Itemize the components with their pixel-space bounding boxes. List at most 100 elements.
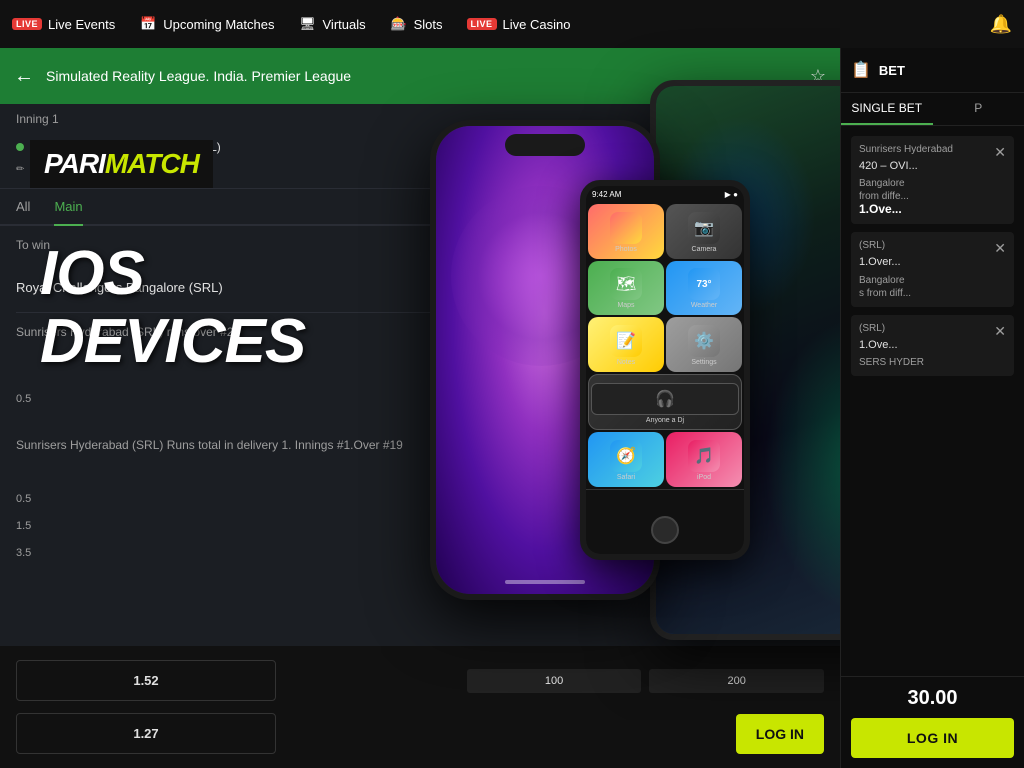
right-panel-login-button[interactable]: LOG IN [851, 718, 1014, 758]
right-panel-header: 📋 BET [841, 48, 1024, 93]
monitor-icon: 🖥 [299, 17, 317, 31]
betslip-tab-single[interactable]: SINGLE BET [841, 93, 933, 125]
upcoming-matches-label: Upcoming Matches [163, 17, 274, 32]
sub-val-3_5: 3.5 [16, 547, 774, 559]
betslip-item-3: (SRL) 1.Ove... SERS HYDER ✕ [851, 315, 1014, 376]
betslip-odds-row-1: 1.Ove... [859, 202, 1006, 216]
betslip-item3-desc: 1.Ove... [859, 338, 994, 353]
top-navigation: LIVE Live Events 📅 Upcoming Matches 🖥 Vi… [0, 0, 1024, 48]
amount-btn-200[interactable]: 200 [649, 669, 824, 693]
betslip-close-3-icon[interactable]: ✕ [994, 323, 1006, 340]
notification-bell-icon[interactable]: 🔔 [990, 14, 1012, 35]
sub-val-1_5: 1.5 [16, 520, 774, 532]
sub-odds-1_5: 2.42 [774, 518, 824, 533]
betslip-item2-desc: 1.Over... [859, 255, 994, 270]
bet-odds-rcb: 2.70 [630, 280, 680, 295]
bet-btn-152[interactable]: 1.52 [16, 660, 276, 701]
betslip-close-1-icon[interactable]: ✕ [994, 144, 1006, 161]
nav-virtuals[interactable]: 🖥 Virtuals [299, 17, 366, 32]
bet-team-rcb: Royal Challengers Bangalore (SRL) [16, 280, 630, 295]
betslip-item-1: Sunrisers Hyderabad 420 – OVI... Bangalo… [851, 136, 1014, 224]
bet-btn-127[interactable]: 1.27 [16, 713, 276, 754]
amount-btn-100[interactable]: 100 [467, 669, 642, 693]
team-dot-rcb [16, 143, 24, 151]
sub-odds-3_5: 3.50 [774, 545, 824, 560]
betslip-item2-srl: Bangalore [859, 275, 994, 286]
sub-row-over19-header: Over [16, 462, 824, 485]
live-casino-label: Live Casino [503, 17, 571, 32]
innings-col-1: 1 [724, 116, 754, 128]
sub-section-over19-title: Sunrisers Hyderabad (SRL) Runs total in … [16, 438, 824, 452]
betting-content: To win Royal Challengers Bangalore (SRL)… [0, 226, 840, 578]
bottom-bet-area: 1.52 100 200 1.27 LOG IN [0, 646, 840, 768]
bottom-row-2: 1.27 LOG IN [16, 707, 824, 760]
favorite-star-icon[interactable]: ☆ [810, 66, 826, 87]
team-name-rcb: Royal Challengers Bangalore (SRL) [16, 140, 221, 154]
over-label: Over [752, 355, 774, 366]
match-header: ← Simulated Reality League. India. Premi… [0, 48, 840, 104]
sub-val-0_5-19: 0.5 [16, 493, 774, 505]
log-in-button[interactable]: LOG IN [736, 714, 824, 754]
betslip-item1-fromdiff: from diffe... [859, 191, 994, 202]
betslip-close-2-icon[interactable]: ✕ [994, 240, 1006, 257]
team-row-srh: ✏ Sunrisers [16, 158, 824, 180]
tab-all[interactable]: All [16, 189, 30, 226]
sub-row-0_5-over19: 0.5 1.14 [16, 485, 824, 512]
nav-live-casino[interactable]: LIVE Live Casino [467, 17, 571, 32]
sub-row-1_5: 1.5 2.42 [16, 512, 824, 539]
nav-live-events[interactable]: LIVE Live Events [12, 17, 115, 32]
sub-val-0_5: 0.5 [16, 393, 644, 405]
betslip-item3-title: (SRL) [859, 323, 994, 334]
betslip-item-2: (SRL) 1.Over... Bangalore s from diff...… [851, 232, 1014, 306]
nav-slots[interactable]: 🎰 Slots [390, 17, 443, 32]
right-panel-bottom: 30.00 LOG IN [841, 676, 1024, 768]
sub-section-over19: Sunrisers Hyderabad (SRL) Runs total in … [16, 438, 824, 566]
sub-row-0_5-over20: 0.5 1.91 [16, 372, 824, 426]
innings-label: Inning 1 [16, 112, 59, 126]
betslip-item1-desc: 420 – OVI... [859, 159, 994, 174]
odds-btn-191[interactable]: 1.91 [644, 378, 824, 420]
sub-odds-0_5-19: 1.14 [774, 491, 824, 506]
betslip-item1-srl: Bangalore [859, 178, 994, 189]
bet-button-srh[interactable]: Sunrisers Hyd... [704, 272, 824, 302]
bottom-row-1: 1.52 100 200 [16, 654, 824, 707]
match-title: Simulated Reality League. India. Premier… [46, 68, 798, 84]
live-events-label: Live Events [48, 17, 115, 32]
team-name-srh: ✏ Sunrisers [16, 162, 81, 176]
betslip-content: Sunrisers Hyderabad 420 – OVI... Bangalo… [841, 126, 1024, 676]
team-row-rcb: Royal Challengers Bangalore (SRL) 0/0 0 [16, 136, 824, 158]
rcb-total: 0 [794, 140, 824, 154]
betslip-item2-fromdiff: s from diff... [859, 288, 994, 299]
betslip-tab-p[interactable]: P [933, 93, 1024, 125]
betslip-item1-title: Sunrisers Hyderabad [859, 144, 994, 155]
main-content: ← Simulated Reality League. India. Premi… [0, 48, 1024, 768]
betting-tabs: All Main [0, 189, 840, 226]
betslip-odd-1: 1.Ove... [859, 202, 902, 216]
live-badge-casino: LIVE [467, 18, 497, 30]
nav-upcoming-matches[interactable]: 📅 Upcoming Matches [139, 17, 274, 32]
bet-row-rcb: Royal Challengers Bangalore (SRL) 2.70 S… [16, 262, 824, 313]
betslip-icon: 📋 [851, 60, 871, 80]
slots-icon: 🎰 [390, 17, 408, 31]
virtuals-label: Virtuals [323, 17, 366, 32]
sub-row-3_5: 3.5 3.50 [16, 539, 824, 566]
calendar-icon: 📅 [139, 17, 157, 31]
innings-col-t: T [794, 116, 824, 128]
to-win-label: To win [16, 238, 824, 252]
betslip-item3-srl: SERS HYDER [859, 357, 994, 368]
betting-panel: ← Simulated Reality League. India. Premi… [0, 48, 840, 768]
team-rcb-label: Royal Challengers Bangalore (SRL) [30, 140, 221, 154]
betslip-item2-title: (SRL) [859, 240, 994, 251]
betslip-label: BET [879, 63, 905, 78]
live-badge: LIVE [12, 18, 42, 30]
back-button[interactable]: ← [14, 65, 34, 88]
team-srh-label: Sunrisers [30, 162, 81, 176]
sub-section-over20-title: Sunrisers Hyderabad (SRL) runs over #20 [16, 325, 824, 339]
sub-section-over20: Sunrisers Hyderabad (SRL) runs over #20 … [16, 325, 824, 426]
sub-row-over: Over [16, 349, 824, 372]
innings-section: Inning 1 1 T Royal Challengers Bangalore… [0, 104, 840, 189]
tab-main[interactable]: Main [54, 189, 82, 226]
rcb-score: 0/0 [724, 140, 754, 154]
team-pencil-icon: ✏ [16, 164, 24, 175]
over19-label: Over [752, 468, 774, 479]
